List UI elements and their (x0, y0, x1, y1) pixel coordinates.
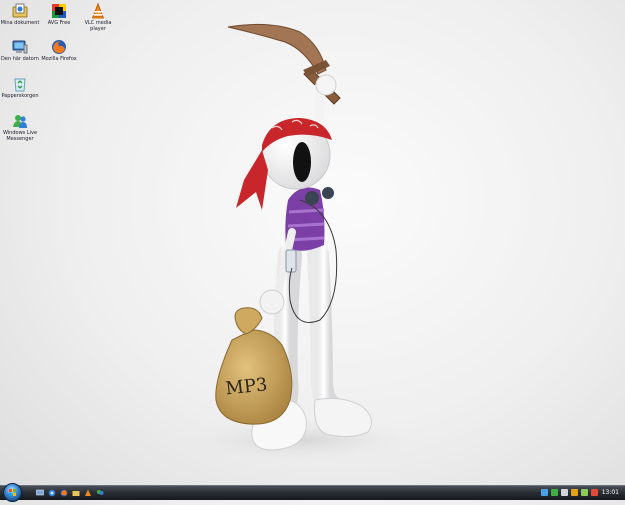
vlc-cone-icon (92, 3, 104, 19)
show-desktop-icon[interactable] (36, 489, 44, 497)
desktop-icon-label: Den här datorn (1, 56, 39, 62)
headphone-right (322, 187, 334, 199)
bag-label: MP3 (224, 374, 268, 399)
desktop-icon-papperskorgen[interactable]: Papperskorgen (0, 76, 40, 99)
headphone-left (305, 191, 319, 205)
desktop-icon-den-har-datorn[interactable]: Den här datorn (0, 39, 40, 62)
lower-hand (259, 289, 285, 315)
desktop-icon-mozilla-firefox[interactable]: Mozilla Firefox (39, 39, 79, 62)
desktop-icon-label: AVG Free (47, 20, 71, 26)
messenger-tray-icon[interactable] (551, 489, 558, 496)
flag-icon[interactable] (591, 489, 598, 496)
avg-antivirus-icon (52, 4, 66, 18)
battery-icon[interactable] (581, 489, 588, 496)
documents-folder-icon (12, 3, 28, 18)
computer-icon (12, 40, 28, 54)
clock[interactable]: 13:01 (602, 488, 619, 497)
wallpaper-pirate-illustration: MP3 (180, 23, 420, 462)
avg-tray-icon[interactable] (571, 489, 578, 496)
vlc-icon[interactable] (84, 489, 92, 497)
folder-icon[interactable] (72, 489, 80, 497)
desktop-icon-vlc[interactable]: VLC media player (78, 3, 118, 32)
messenger-icon (13, 115, 27, 128)
firefox-icon[interactable] (60, 489, 68, 497)
bandana-tail (236, 150, 268, 210)
right-shoe (314, 397, 373, 438)
desktop-icon-label: Windows Live Messenger (2, 130, 38, 142)
desktop-icon-label: Mina dokument (0, 20, 40, 26)
desktop: MP3 Mina dokument AVG Free VLC media pla… (0, 0, 625, 486)
eye (293, 142, 311, 182)
firefox-icon (52, 40, 66, 54)
desktop-icon-windows-live-messenger[interactable]: Windows Live Messenger (0, 113, 40, 142)
mp3-player (285, 249, 297, 273)
right-leg (307, 244, 341, 416)
desktop-icon-label: Mozilla Firefox (41, 56, 77, 62)
desktop-icon-avg-free[interactable]: AVG Free (39, 3, 79, 26)
start-button[interactable] (3, 483, 22, 502)
messenger-icon[interactable] (96, 489, 104, 497)
volume-icon[interactable] (561, 489, 568, 496)
desktop-icon-mina-dokument[interactable]: Mina dokument (0, 3, 40, 26)
taskbar: 13:01 (0, 483, 625, 502)
raised-hand (315, 74, 337, 96)
ie-icon[interactable] (48, 489, 56, 497)
desktop-icon-label: Papperskorgen (1, 93, 39, 99)
desktop-icon-label: VLC media player (84, 20, 112, 32)
recycle-bin-icon (14, 78, 26, 92)
network-icon[interactable] (541, 489, 548, 496)
windows-logo-icon (9, 489, 16, 496)
